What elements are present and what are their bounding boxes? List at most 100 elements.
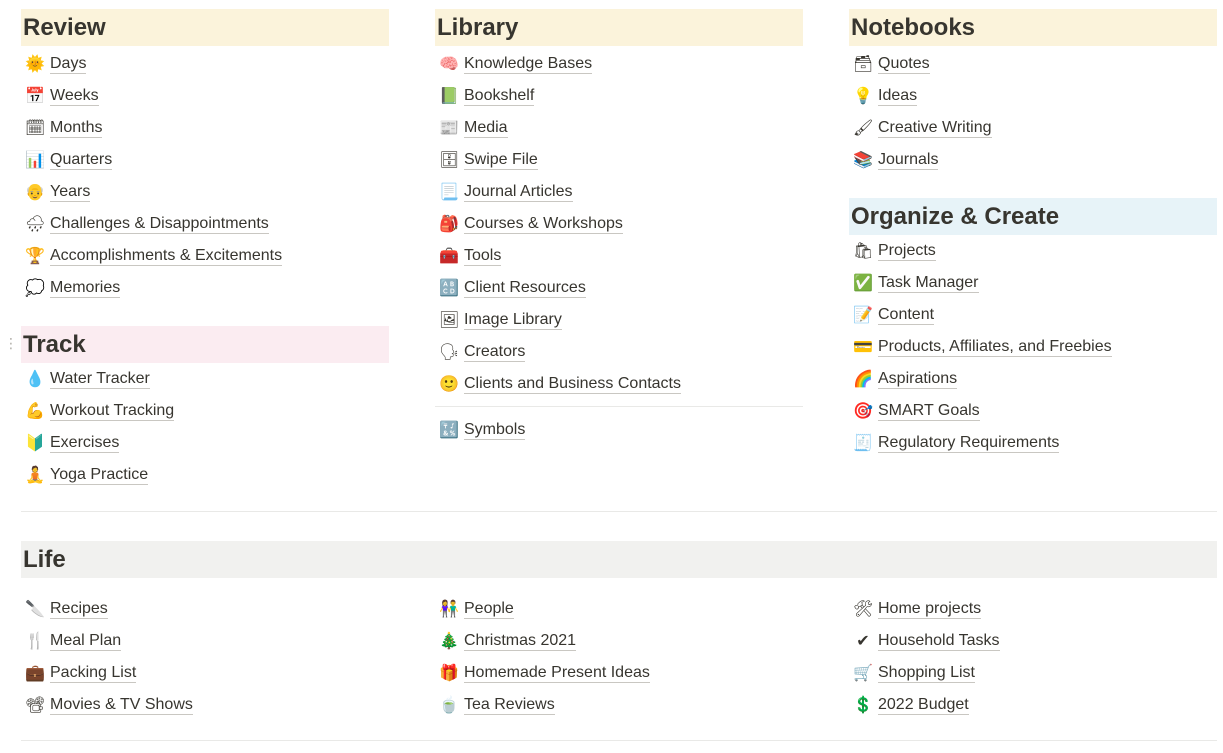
page-link[interactable]: 🛍 Projects xyxy=(849,235,1217,267)
page-link-label[interactable]: Projects xyxy=(878,241,936,261)
page-link-label[interactable]: Symbols xyxy=(464,420,526,440)
page-link-label[interactable]: Creative Writing xyxy=(878,118,992,138)
brain-icon: 🧠 xyxy=(439,54,459,73)
page-link-label[interactable]: Meal Plan xyxy=(50,631,122,651)
page-link[interactable]: 🙂 Clients and Business Contacts xyxy=(435,368,803,400)
page-link[interactable]: 🗄 Swipe File xyxy=(435,144,803,176)
page-link[interactable]: 🍵 Tea Reviews xyxy=(435,689,803,721)
page-link[interactable]: 🖌 Creative Writing xyxy=(849,112,1217,144)
page-link-label[interactable]: SMART Goals xyxy=(878,401,980,421)
page-link-label[interactable]: Swipe File xyxy=(464,150,538,170)
page-link-label[interactable]: Journal Articles xyxy=(464,182,573,202)
page-link[interactable]: 🗣 Creators xyxy=(435,336,803,368)
page-link[interactable]: ✔ Household Tasks xyxy=(849,625,1217,657)
page-link-label[interactable]: Christmas 2021 xyxy=(464,631,577,651)
books-icon: 📚 xyxy=(853,150,873,169)
page-link[interactable]: 💲 2022 Budget xyxy=(849,689,1217,721)
page-link-label[interactable]: Bookshelf xyxy=(464,86,535,106)
page-link[interactable]: 💡 Ideas xyxy=(849,80,1217,112)
page-link-label[interactable]: Water Tracker xyxy=(50,369,150,389)
page-link-label[interactable]: Image Library xyxy=(464,310,562,330)
page-link[interactable]: 🔣 Symbols xyxy=(435,414,803,446)
page-link-label[interactable]: Homemade Present Ideas xyxy=(464,663,650,683)
page-link[interactable]: 🔰 Exercises xyxy=(21,427,389,459)
page-link-label[interactable]: Shopping List xyxy=(878,663,975,683)
page-link[interactable]: 🛒 Shopping List xyxy=(849,657,1217,689)
page-link[interactable]: 🎁 Homemade Present Ideas xyxy=(435,657,803,689)
page-link[interactable]: 🎄 Christmas 2021 xyxy=(435,625,803,657)
page-link[interactable]: 👴 Years xyxy=(21,176,389,208)
page-link[interactable]: 💼 Packing List xyxy=(21,657,389,689)
page-link-label[interactable]: Movies & TV Shows xyxy=(50,695,193,715)
page-link-label[interactable]: Client Resources xyxy=(464,278,586,298)
page-link[interactable]: 🧾 Regulatory Requirements xyxy=(849,427,1217,459)
page-link[interactable]: 🗃 Quotes xyxy=(849,48,1217,80)
page-link[interactable]: 📃 Journal Articles xyxy=(435,176,803,208)
speaking-head-icon: 🗣 xyxy=(439,342,460,361)
page-link-label[interactable]: Products, Affiliates, and Freebies xyxy=(878,337,1112,357)
page-link-label[interactable]: Tools xyxy=(464,246,502,266)
page-link[interactable]: 🧠 Knowledge Bases xyxy=(435,48,803,80)
page-link-label[interactable]: Aspirations xyxy=(878,369,958,389)
page-link-label[interactable]: Regulatory Requirements xyxy=(878,433,1060,453)
page-link-label[interactable]: People xyxy=(464,599,514,619)
page-link[interactable]: 🌧 Challenges & Disappointments xyxy=(21,208,389,240)
page-link-label[interactable]: Days xyxy=(50,54,87,74)
page-link[interactable]: 🌈 Aspirations xyxy=(849,363,1217,395)
page-link[interactable]: 📽 Movies & TV Shows xyxy=(21,689,389,721)
page-link[interactable]: 📰 Media xyxy=(435,112,803,144)
page-link-label[interactable]: Ideas xyxy=(878,86,918,106)
page-link[interactable]: 🌞 Days xyxy=(21,48,389,80)
page-link-label[interactable]: Challenges & Disappointments xyxy=(50,214,269,234)
page-link-label[interactable]: Weeks xyxy=(50,86,99,106)
page-link[interactable]: 📝 Content xyxy=(849,299,1217,331)
smiling-face-icon: 🙂 xyxy=(439,374,459,393)
page-link[interactable]: 🏆 Accomplishments & Excitements xyxy=(21,240,389,272)
page-link[interactable]: 💪 Workout Tracking xyxy=(21,395,389,427)
page-link[interactable]: 🍴 Meal Plan xyxy=(21,625,389,657)
page-link[interactable]: 🗓 Months xyxy=(21,112,389,144)
page-link[interactable]: 🛠 Home projects xyxy=(849,593,1217,625)
page-link[interactable]: 🎒 Courses & Workshops xyxy=(435,208,803,240)
page-link-label[interactable]: Exercises xyxy=(50,433,120,453)
page-link[interactable]: 💳 Products, Affiliates, and Freebies xyxy=(849,331,1217,363)
page-link-label[interactable]: Knowledge Bases xyxy=(464,54,593,74)
page-link-label[interactable]: Media xyxy=(464,118,508,138)
page-link[interactable]: ✅ Task Manager xyxy=(849,267,1217,299)
page-link[interactable]: 📊 Quarters xyxy=(21,144,389,176)
page-link-label[interactable]: Workout Tracking xyxy=(50,401,175,421)
page-link[interactable]: 💧 Water Tracker xyxy=(21,363,389,395)
page-link-label[interactable]: Household Tasks xyxy=(878,631,1000,651)
check-mark-icon: ✔ xyxy=(856,631,870,650)
page-link-label[interactable]: Recipes xyxy=(50,599,108,619)
page-link[interactable]: 💭 Memories xyxy=(21,272,389,304)
page-link[interactable]: 🧘 Yoga Practice xyxy=(21,459,389,491)
page-link-label[interactable]: Clients and Business Contacts xyxy=(464,374,681,394)
page-link[interactable]: 🖼 Image Library xyxy=(435,304,803,336)
page-link[interactable]: 📗 Bookshelf xyxy=(435,80,803,112)
page-link[interactable]: 🎯 SMART Goals xyxy=(849,395,1217,427)
page-link-label[interactable]: Tea Reviews xyxy=(464,695,555,715)
page-link-label[interactable]: Packing List xyxy=(50,663,137,683)
page-link[interactable]: 🔪 Recipes xyxy=(21,593,389,625)
page-link-label[interactable]: Home projects xyxy=(878,599,982,619)
page-link-label[interactable]: Accomplishments & Excitements xyxy=(50,246,283,266)
page-link-label[interactable]: Task Manager xyxy=(878,273,979,293)
page-link-label[interactable]: Courses & Workshops xyxy=(464,214,623,234)
page-link-label[interactable]: Quarters xyxy=(50,150,113,170)
page-link[interactable]: 🔠 Client Resources xyxy=(435,272,803,304)
page-link-label[interactable]: Years xyxy=(50,182,91,202)
library-extra-section: 🔣 Symbols xyxy=(435,414,803,446)
page-link-label[interactable]: 2022 Budget xyxy=(878,695,969,715)
page-link-label[interactable]: Journals xyxy=(878,150,939,170)
page-link[interactable]: 📅 Weeks xyxy=(21,80,389,112)
page-link-label[interactable]: Content xyxy=(878,305,935,325)
page-link-label[interactable]: Months xyxy=(50,118,103,138)
page-link[interactable]: 👫 People xyxy=(435,593,803,625)
page-link-label[interactable]: Yoga Practice xyxy=(50,465,149,485)
page-link-label[interactable]: Quotes xyxy=(878,54,930,74)
page-link-label[interactable]: Creators xyxy=(464,342,526,362)
page-link[interactable]: 🧰 Tools xyxy=(435,240,803,272)
page-link[interactable]: 📚 Journals xyxy=(849,144,1217,176)
page-link-label[interactable]: Memories xyxy=(50,278,121,298)
